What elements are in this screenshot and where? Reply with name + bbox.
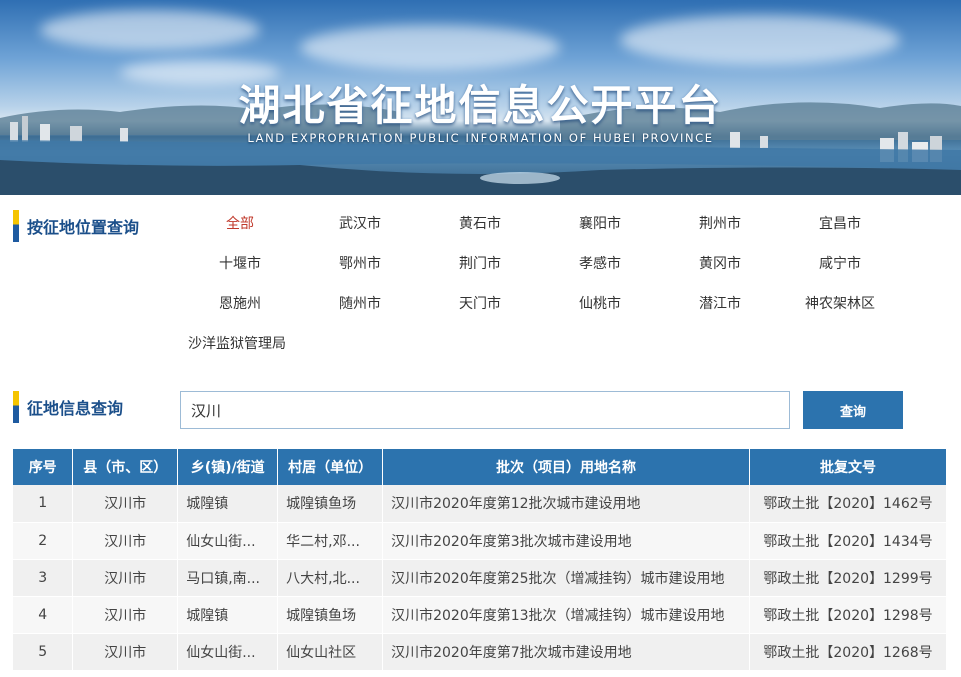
- cell-village: 城隍镇鱼场: [277, 596, 384, 634]
- cell-county: 汉川市: [72, 559, 179, 597]
- cell-village: 华二村,邓...: [277, 522, 384, 560]
- banner-title: 湖北省征地信息公开平台: [238, 81, 723, 130]
- section-marker-icon: [13, 210, 19, 242]
- location-item-15[interactable]: 仙桃市: [540, 293, 660, 313]
- cell-index: 2: [13, 522, 74, 560]
- cell-county: 汉川市: [72, 485, 179, 523]
- cell-approval: 鄂政土批【2020】1434号: [749, 522, 947, 560]
- table-row[interactable]: 4 汉川市 城隍镇 城隍镇鱼场 汉川市2020年度第13批次（增减挂钩）城市建设用地 鄂政…: [13, 596, 947, 634]
- cell-index: 5: [13, 633, 74, 671]
- banner-subtitle: LAND EXPROPRIATION PUBLIC INFORMATION OF…: [247, 131, 714, 145]
- location-item-13[interactable]: 随州市: [300, 293, 420, 313]
- location-item-5[interactable]: 宜昌市: [780, 213, 900, 233]
- col-header-county: 县（市、区）: [72, 449, 179, 485]
- location-item-14[interactable]: 天门市: [420, 293, 540, 313]
- table-row[interactable]: 5 汉川市 仙女山街... 仙女山社区 汉川市2020年度第7批次城市建设用地 鄂政土批【…: [13, 633, 947, 671]
- location-item-12[interactable]: 恩施州: [180, 293, 300, 313]
- cell-project[interactable]: 汉川市2020年度第12批次城市建设用地: [382, 485, 751, 523]
- table-row[interactable]: 2 汉川市 仙女山街... 华二村,邓... 汉川市2020年度第3批次城市建设用地 鄂政…: [13, 522, 947, 560]
- col-header-index: 序号: [13, 449, 74, 485]
- cell-approval: 鄂政土批【2020】1298号: [749, 596, 947, 634]
- cell-county: 汉川市: [72, 596, 179, 634]
- cell-project[interactable]: 汉川市2020年度第13批次（增减挂钩）城市建设用地: [382, 596, 751, 634]
- col-header-approval: 批复文号: [749, 449, 947, 485]
- cell-county: 汉川市: [72, 522, 179, 560]
- location-filter-section: 按征地位置查询 全部 武汉市 黄石市 襄阳市 荆州市 宜昌市十堰市 鄂州市 荆门市 孝感市 黄冈市…: [0, 195, 961, 365]
- location-item-4[interactable]: 荆州市: [660, 213, 780, 233]
- cell-approval: 鄂政土批【2020】1268号: [749, 633, 947, 671]
- cell-village: 仙女山社区: [277, 633, 384, 671]
- cell-town: 城隍镇: [177, 485, 279, 523]
- location-item-11[interactable]: 咸宁市: [780, 253, 900, 273]
- cell-index: 4: [13, 596, 74, 634]
- cell-project[interactable]: 汉川市2020年度第7批次城市建设用地: [382, 633, 751, 671]
- results-table: 序号 县（市、区） 乡(镇)/街道 村居（单位） 批次（项目）用地名称 批复文号…: [13, 449, 947, 671]
- search-label: 征地信息查询: [27, 399, 124, 418]
- cell-town: 仙女山街...: [177, 522, 279, 560]
- cell-index: 3: [13, 559, 74, 597]
- cell-town: 仙女山街...: [177, 633, 279, 671]
- section-marker-icon: [13, 391, 19, 423]
- location-item-1[interactable]: 武汉市: [300, 213, 420, 233]
- cell-approval: 鄂政土批【2020】1299号: [749, 559, 947, 597]
- location-item-8[interactable]: 荆门市: [420, 253, 540, 273]
- location-item-0[interactable]: 全部: [180, 213, 300, 233]
- location-filter-label: 按征地位置查询: [27, 218, 140, 237]
- cell-town: 城隍镇: [177, 596, 279, 634]
- cell-village: 城隍镇鱼场: [277, 485, 384, 523]
- location-item-10[interactable]: 黄冈市: [660, 253, 780, 273]
- col-header-project: 批次（项目）用地名称: [382, 449, 751, 485]
- header-banner: 湖北省征地信息公开平台 LAND EXPROPRIATION PUBLIC IN…: [0, 0, 961, 195]
- table-row[interactable]: 3 汉川市 马口镇,南... 八大村,北... 汉川市2020年度第25批次（增减挂钩）…: [13, 559, 947, 597]
- location-item-2[interactable]: 黄石市: [420, 213, 540, 233]
- search-input[interactable]: [180, 391, 790, 429]
- cell-county: 汉川市: [72, 633, 179, 671]
- location-item-7[interactable]: 鄂州市: [300, 253, 420, 273]
- col-header-village: 村居（单位）: [277, 449, 384, 485]
- cell-project[interactable]: 汉川市2020年度第25批次（增减挂钩）城市建设用地: [382, 559, 751, 597]
- search-section: 征地信息查询 查询: [0, 391, 961, 446]
- search-heading: 征地信息查询: [13, 391, 123, 423]
- table-row[interactable]: 1 汉川市 城隍镇 城隍镇鱼场 汉川市2020年度第12批次城市建设用地 鄂政土批【202…: [13, 485, 947, 523]
- cell-approval: 鄂政土批【2020】1462号: [749, 485, 947, 523]
- search-button[interactable]: 查询: [803, 391, 903, 429]
- table-header-row: 序号 县（市、区） 乡(镇)/街道 村居（单位） 批次（项目）用地名称 批复文号: [13, 449, 947, 485]
- cell-village: 八大村,北...: [277, 559, 384, 597]
- location-item-16[interactable]: 潜江市: [660, 293, 780, 313]
- location-item-18[interactable]: 沙洋监狱管理局: [180, 333, 330, 353]
- location-filter-heading: 按征地位置查询: [13, 210, 139, 242]
- cell-index: 1: [13, 485, 74, 523]
- cell-project[interactable]: 汉川市2020年度第3批次城市建设用地: [382, 522, 751, 560]
- location-item-17[interactable]: 神农架林区: [780, 293, 900, 313]
- col-header-town: 乡(镇)/街道: [177, 449, 279, 485]
- cell-town: 马口镇,南...: [177, 559, 279, 597]
- location-item-9[interactable]: 孝感市: [540, 253, 660, 273]
- location-item-6[interactable]: 十堰市: [180, 253, 300, 273]
- location-item-3[interactable]: 襄阳市: [540, 213, 660, 233]
